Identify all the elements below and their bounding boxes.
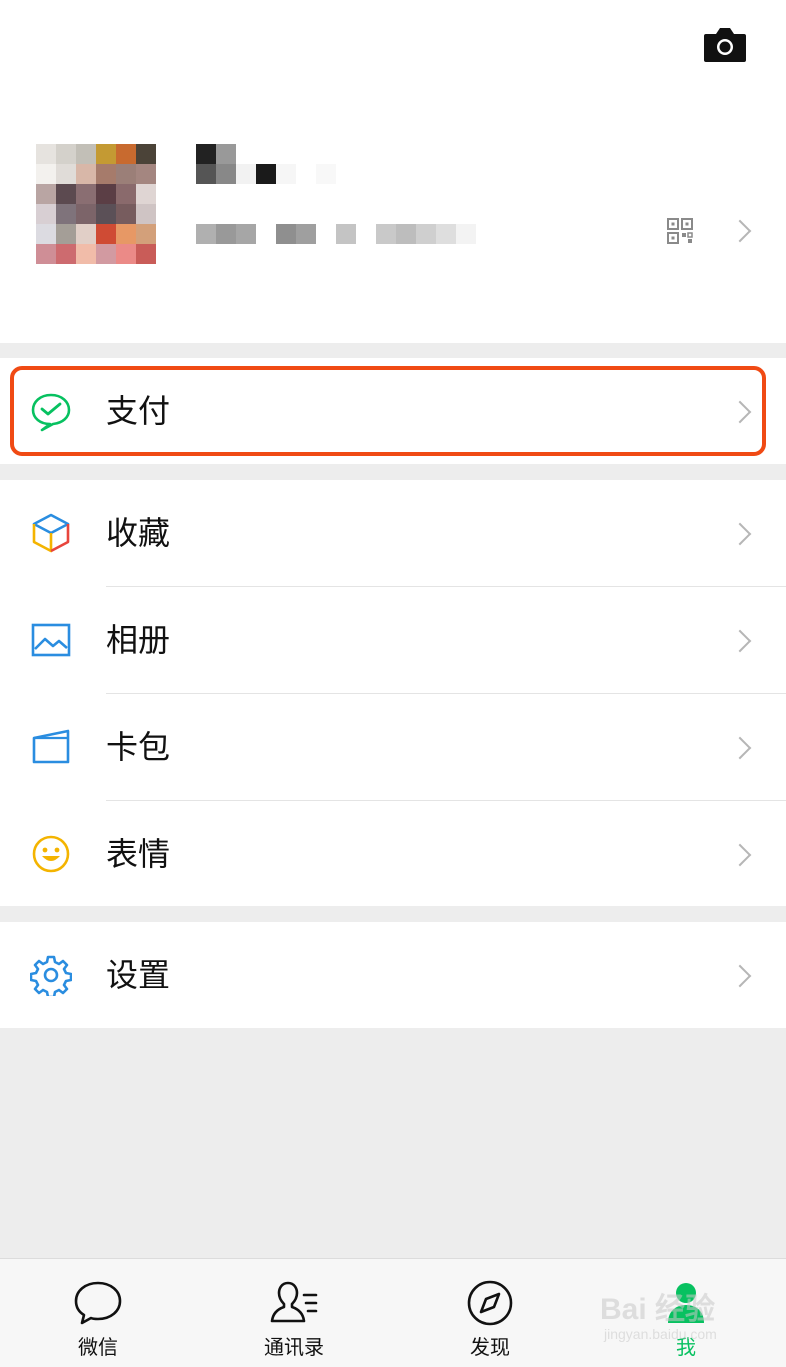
tab-label: 发现 xyxy=(470,1335,510,1359)
avatar-pixel xyxy=(156,224,176,244)
tab-discover[interactable]: 发现 xyxy=(392,1259,588,1367)
avatar-pixel xyxy=(96,144,116,164)
avatar-pixel xyxy=(136,164,156,184)
menu-label-settings: 设置 xyxy=(106,956,171,994)
menu-label-album: 相册 xyxy=(106,621,171,659)
avatar-pixel xyxy=(76,184,96,204)
chevron-right-icon xyxy=(728,522,752,546)
avatar-pixel xyxy=(56,224,76,244)
avatar-pixel xyxy=(36,144,56,164)
avatar-pixel xyxy=(56,184,76,204)
chat-bubble-icon xyxy=(74,1281,122,1325)
gear-icon xyxy=(30,955,72,996)
avatar-pixel xyxy=(96,204,116,224)
compass-icon xyxy=(467,1280,513,1326)
avatar-pixel xyxy=(136,184,156,204)
avatar-pixel xyxy=(76,164,96,184)
menu-label-favorites: 收藏 xyxy=(106,514,171,552)
avatar-pixel xyxy=(76,244,96,264)
menu-label-stickers: 表情 xyxy=(106,835,171,873)
wechat-id-obscured xyxy=(196,224,476,244)
avatar-pixel xyxy=(156,184,176,204)
highlight-box xyxy=(10,366,766,456)
image-icon xyxy=(31,623,71,657)
avatar-pixel xyxy=(116,204,136,224)
avatar-pixel xyxy=(76,224,96,244)
avatar-pixel xyxy=(136,244,156,264)
smile-icon xyxy=(32,835,70,873)
contacts-icon xyxy=(270,1281,318,1323)
avatar-pixel xyxy=(116,164,136,184)
avatar-pixel xyxy=(96,244,116,264)
avatar-pixel xyxy=(116,224,136,244)
avatar-pixel xyxy=(136,224,156,244)
tab-chats[interactable]: 微信 xyxy=(0,1259,196,1367)
avatar-pixel xyxy=(156,164,176,184)
avatar-pixel xyxy=(36,164,56,184)
menu-item-settings[interactable]: 设置 xyxy=(0,922,786,1028)
chevron-right-icon xyxy=(728,843,752,867)
card-icon xyxy=(32,729,70,764)
avatar-pixel xyxy=(76,144,96,164)
tab-label: 通讯录 xyxy=(264,1335,324,1359)
camera-icon[interactable] xyxy=(702,24,748,64)
avatar-pixel xyxy=(156,244,176,264)
avatar-pixel xyxy=(136,144,156,164)
settings-group: 设置 xyxy=(0,922,786,1028)
menu-item-stickers[interactable]: 表情 xyxy=(0,801,786,907)
avatar-pixel xyxy=(56,244,76,264)
tab-me[interactable]: 我 xyxy=(588,1259,784,1367)
avatar-pixel xyxy=(56,164,76,184)
tab-label: 微信 xyxy=(78,1335,118,1359)
avatar-pixel xyxy=(156,204,176,224)
bottom-tab-bar: 微信 通讯录 发现 我 xyxy=(0,1258,786,1367)
profile-header xyxy=(0,0,786,343)
person-icon xyxy=(668,1283,704,1323)
avatar-pixel xyxy=(76,204,96,224)
menu-item-cards[interactable]: 卡包 xyxy=(0,694,786,800)
qr-code-icon[interactable] xyxy=(667,218,693,244)
chevron-right-icon xyxy=(728,629,752,653)
avatar-pixel xyxy=(156,144,176,164)
chevron-right-icon xyxy=(728,964,752,988)
avatar-pixel xyxy=(56,144,76,164)
avatar-pixel xyxy=(136,204,156,224)
menu-item-favorites[interactable]: 收藏 xyxy=(0,480,786,586)
avatar-pixel xyxy=(96,184,116,204)
chevron-right-icon xyxy=(728,736,752,760)
avatar-pixel xyxy=(56,204,76,224)
menu-label-cards: 卡包 xyxy=(106,728,171,766)
avatar-pixel xyxy=(96,224,116,244)
avatar-pixel xyxy=(36,204,56,224)
avatar[interactable] xyxy=(36,144,176,264)
avatar-pixel xyxy=(36,224,56,244)
tab-contacts[interactable]: 通讯录 xyxy=(196,1259,392,1367)
avatar-pixel xyxy=(116,244,136,264)
avatar-pixel xyxy=(36,244,56,264)
nickname-obscured xyxy=(196,144,336,184)
avatar-pixel xyxy=(116,144,136,164)
avatar-pixel xyxy=(96,164,116,184)
main-group: 收藏 相册 卡包 表情 xyxy=(0,480,786,906)
avatar-pixel xyxy=(36,184,56,204)
menu-item-album[interactable]: 相册 xyxy=(0,587,786,693)
tab-label: 我 xyxy=(676,1335,696,1359)
avatar-pixel xyxy=(116,184,136,204)
cube-icon xyxy=(32,513,70,553)
chevron-right-icon[interactable] xyxy=(728,219,752,243)
